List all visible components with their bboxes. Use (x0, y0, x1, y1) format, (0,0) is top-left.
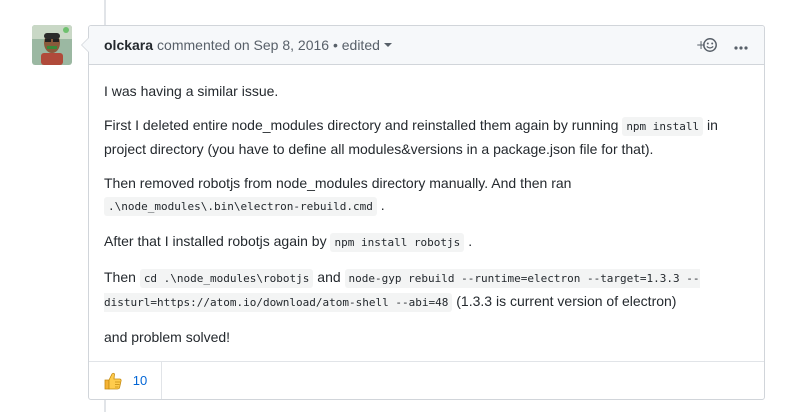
comment-body: I was having a similar issue. First I de… (89, 65, 764, 348)
body-text: . (464, 233, 473, 249)
author-link[interactable]: olckara (104, 37, 153, 53)
header-actions: + (696, 26, 748, 64)
reaction-count: 10 (132, 373, 148, 388)
inline-code: npm install robotjs (330, 233, 465, 252)
body-paragraph: First I deleted entire node_modules dire… (104, 114, 749, 160)
comment-box: olckara commented on Sep 8, 2016 • edite… (81, 25, 765, 400)
thumbs-up-icon (104, 372, 122, 389)
comment-date-link[interactable]: Sep 8, 2016 (254, 37, 330, 53)
body-text: After that I installed robotjs again by (104, 233, 331, 249)
body-paragraph: and problem solved! (104, 326, 749, 348)
add-reaction-button[interactable]: + (696, 37, 718, 53)
body-text: (1.3.3 is current version of electron) (452, 293, 677, 309)
body-text: and problem solved! (104, 329, 231, 345)
more-options-button[interactable] (734, 38, 748, 52)
body-paragraph: Then removed robotjs from node_modules d… (104, 172, 749, 218)
smiley-plus-icon: + (696, 38, 717, 52)
avatar[interactable] (32, 25, 72, 65)
comment-action-text: commented on (157, 37, 250, 53)
body-paragraph: Then cd .\node_modules\robotjs and node-… (104, 266, 749, 314)
inline-code: cd .\node_modules\robotjs (139, 269, 314, 288)
svg-text:+: + (696, 38, 706, 52)
edited-label: edited (341, 37, 380, 53)
comment-header: olckara commented on Sep 8, 2016 • edite… (89, 26, 764, 65)
body-text: Then (104, 269, 140, 285)
body-text: Then removed robotjs from node_modules d… (104, 175, 572, 191)
body-paragraph: After that I installed robotjs again by … (104, 230, 749, 254)
user-avatar-image (32, 25, 72, 65)
caret-down-icon (383, 43, 392, 48)
body-text: and (313, 269, 345, 285)
body-paragraph: I was having a similar issue. (104, 80, 749, 102)
reaction-thumbs-up-button[interactable]: 10 (89, 362, 162, 399)
inline-code: .\node_modules\.bin\electron-rebuild.cmd (104, 197, 377, 216)
edited-dropdown[interactable]: edited (342, 37, 392, 53)
body-text: I was having a similar issue. (104, 83, 279, 99)
kebab-horizontal-icon (734, 46, 748, 50)
reactions-bar: 10 (89, 361, 764, 399)
body-text: First I deleted entire node_modules dire… (104, 117, 623, 133)
body-text: . (376, 197, 385, 213)
inline-code: npm install (622, 117, 704, 136)
